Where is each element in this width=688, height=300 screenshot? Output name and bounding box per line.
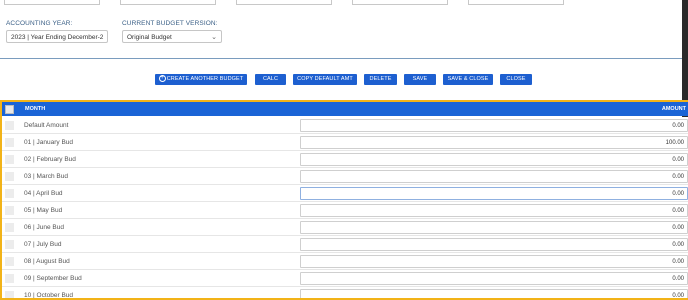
top-strip-box	[120, 0, 216, 5]
row-selector[interactable]	[5, 223, 14, 232]
column-header-amount[interactable]: AMOUNT	[662, 106, 686, 112]
table-row: 08 | August Bud 0.00	[2, 253, 688, 270]
amount-input[interactable]: 100.00	[300, 136, 688, 149]
month-cell: 01 | January Bud	[24, 139, 74, 146]
month-cell: 09 | September Bud	[24, 275, 82, 282]
accounting-year-label: ACCOUNTING YEAR:	[6, 20, 73, 27]
grid-header: MONTH AMOUNT	[2, 102, 688, 116]
table-row: 07 | July Bud 0.00	[2, 236, 688, 253]
save-button[interactable]: SAVE	[404, 74, 436, 85]
row-selector[interactable]	[5, 155, 14, 164]
create-another-budget-button[interactable]: + CREATE ANOTHER BUDGET	[155, 74, 247, 85]
amount-input[interactable]: 0.00	[300, 204, 688, 217]
table-row: 01 | January Bud 100.00	[2, 134, 688, 151]
month-cell: 08 | August Bud	[24, 258, 70, 265]
top-strip-box	[468, 0, 564, 5]
budget-grid: MONTH AMOUNT Default Amount 0.00 01 | Ja…	[0, 100, 688, 300]
amount-input[interactable]: 0.00	[300, 255, 688, 268]
table-row: 02 | February Bud 0.00	[2, 151, 688, 168]
row-selector[interactable]	[5, 274, 14, 283]
row-selector[interactable]	[5, 138, 14, 147]
month-cell: 07 | July Bud	[24, 241, 62, 248]
amount-input[interactable]: 0.00	[300, 272, 688, 285]
accounting-year-value: 2023 | Year Ending December-2	[11, 34, 104, 41]
month-cell: 04 | April Bud	[24, 190, 63, 197]
close-button[interactable]: CLOSE	[500, 74, 532, 85]
month-cell: 02 | February Bud	[24, 156, 76, 163]
top-strip-box	[4, 0, 100, 5]
top-strip-box	[236, 0, 332, 5]
chevron-down-icon: ⌄	[211, 34, 217, 41]
amount-input[interactable]: 0.00	[300, 153, 688, 166]
table-row: 09 | September Bud 0.00	[2, 270, 688, 287]
amount-input[interactable]: 0.00	[300, 187, 688, 200]
top-toolbar-strip	[0, 0, 688, 6]
calc-button[interactable]: CALC	[255, 74, 286, 85]
amount-input[interactable]: 0.00	[300, 221, 688, 234]
amount-input[interactable]: 0.00	[300, 170, 688, 183]
amount-input[interactable]: 0.00	[300, 238, 688, 251]
row-selector[interactable]	[5, 121, 14, 130]
month-cell: 06 | June Bud	[24, 224, 64, 231]
row-selector[interactable]	[5, 240, 14, 249]
budget-version-label: CURRENT BUDGET VERSION:	[122, 20, 218, 27]
budget-version-select[interactable]: Original Budget ⌄	[122, 30, 222, 43]
row-selector[interactable]	[5, 189, 14, 198]
row-selector[interactable]	[5, 206, 14, 215]
plus-circle-icon: +	[158, 75, 166, 83]
month-cell: Default Amount	[24, 122, 69, 129]
row-selector[interactable]	[5, 257, 14, 266]
row-selector[interactable]	[5, 172, 14, 181]
table-row: 04 | April Bud 0.00	[2, 185, 688, 202]
column-header-month[interactable]: MONTH	[25, 106, 45, 112]
table-row: Default Amount 0.00	[2, 117, 688, 134]
month-cell: 05 | May Bud	[24, 207, 63, 214]
table-row: 03 | March Bud 0.00	[2, 168, 688, 185]
copy-default-amt-button[interactable]: COPY DEFAULT AMT	[293, 74, 357, 85]
delete-button[interactable]: DELETE	[364, 74, 397, 85]
table-row: 05 | May Bud 0.00	[2, 202, 688, 219]
select-all-checkbox[interactable]	[5, 105, 14, 114]
save-close-button[interactable]: SAVE & CLOSE	[443, 74, 493, 85]
create-another-budget-label: CREATE ANOTHER BUDGET	[166, 76, 244, 82]
month-cell: 03 | March Bud	[24, 173, 68, 180]
amount-input[interactable]: 0.00	[300, 119, 688, 132]
accounting-year-select[interactable]: 2023 | Year Ending December-2	[6, 30, 108, 43]
action-toolbar: + CREATE ANOTHER BUDGET CALC COPY DEFAULT…	[0, 74, 682, 85]
table-row: 06 | June Bud 0.00	[2, 219, 688, 236]
section-divider	[0, 58, 682, 59]
budget-version-value: Original Budget	[127, 34, 172, 41]
top-strip-box	[352, 0, 448, 5]
